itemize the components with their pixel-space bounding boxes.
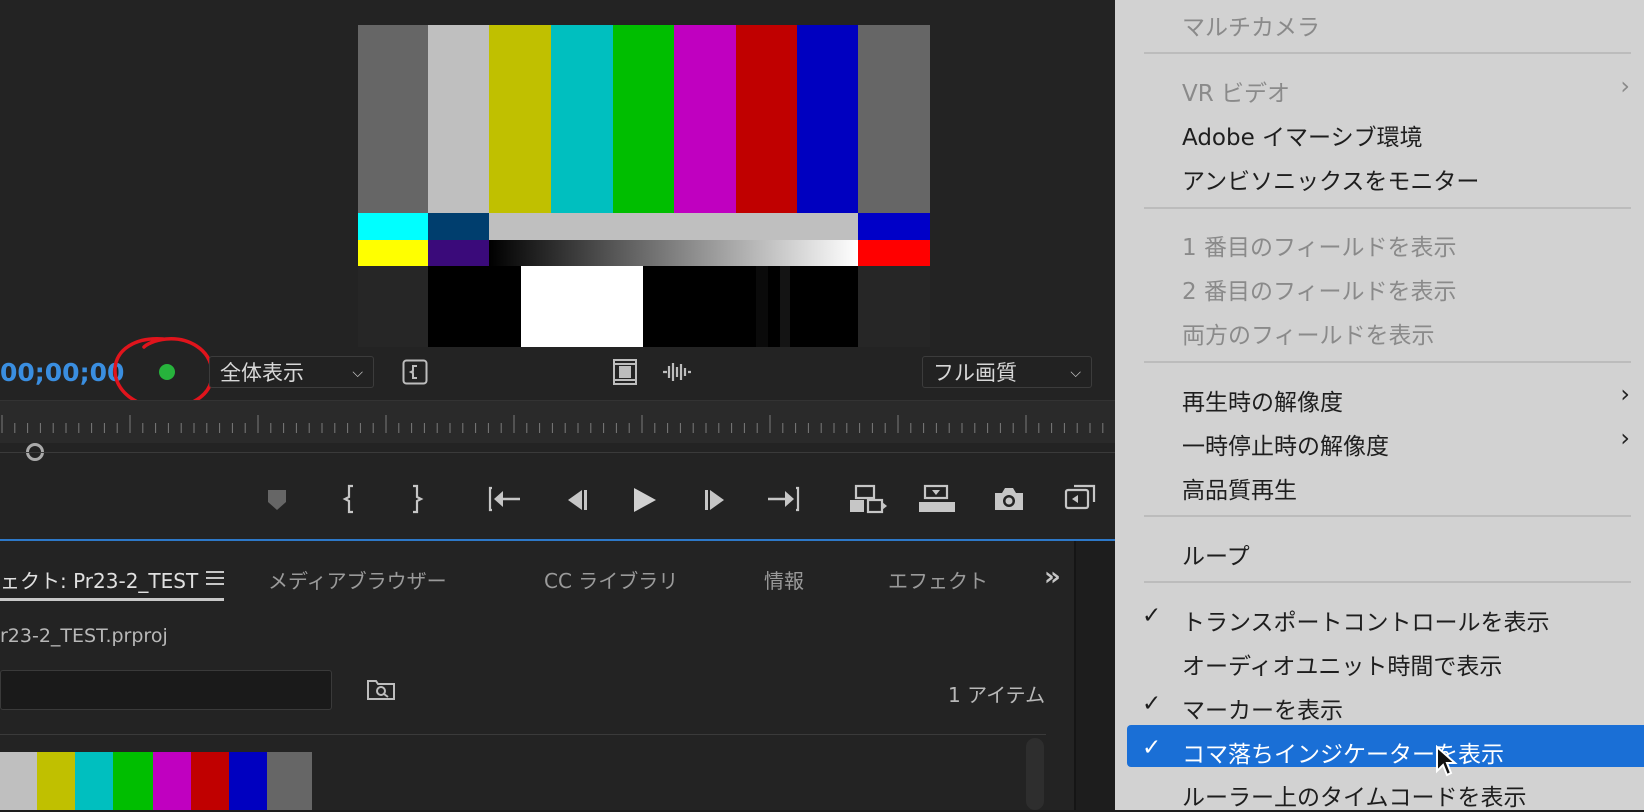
menu-separator <box>1144 581 1631 583</box>
menu-item-adobe-immersive[interactable]: Adobe イマーシブ環境 <box>1182 118 1423 152</box>
menu-item-high-quality-playback[interactable]: 高品質再生 <box>1182 471 1297 505</box>
tab-project-label: ェクト: Pr23-2_TEST <box>0 569 199 593</box>
tab-info-label: 情報 <box>764 569 804 593</box>
tab-media-browser[interactable]: メディアブラウザー <box>268 565 447 594</box>
project-search-input[interactable] <box>0 670 332 710</box>
menu-item-multicam[interactable]: マルチカメラ <box>1182 8 1320 42</box>
go-to-out-icon[interactable] <box>766 486 800 512</box>
list-divider <box>0 734 1046 735</box>
submenu-arrow-icon: › <box>1620 424 1630 452</box>
menu-item-show-markers[interactable]: マーカーを表示 <box>1182 691 1343 725</box>
project-file-name: r23-2_TEST.prproj <box>0 625 168 647</box>
safe-margins-icon[interactable] <box>402 359 428 385</box>
program-monitor: 00;00;00 全体表示 ⌵ フル画質 ⌵ <box>0 0 1115 541</box>
camera-icon[interactable] <box>993 486 1025 512</box>
extract-icon[interactable] <box>917 484 957 514</box>
mouse-cursor-icon <box>1436 745 1458 777</box>
submenu-arrow-icon: › <box>1620 380 1630 408</box>
checkmark-icon: ✓ <box>1142 691 1162 717</box>
menu-item-both-fields[interactable]: 両方のフィールドを表示 <box>1182 316 1435 350</box>
tab-cc-libraries[interactable]: CC ライブラリ <box>544 565 678 594</box>
zoom-select-value: 全体表示 <box>220 361 304 385</box>
mark-out-icon[interactable] <box>404 484 426 514</box>
menu-item-playback-resolution[interactable]: 再生時の解像度 <box>1182 383 1343 417</box>
tabs-overflow-icon[interactable]: » <box>1044 562 1061 592</box>
menu-item-monitor-ambisonics[interactable]: アンビソニックスをモニター <box>1182 162 1479 196</box>
menu-separator <box>1144 361 1631 363</box>
menu-separator <box>1144 515 1631 517</box>
menu-item-vr-video[interactable]: VR ビデオ <box>1182 74 1290 108</box>
button-editor-icon[interactable] <box>1064 484 1098 514</box>
menu-item-show-ruler-timecode[interactable]: ルーラー上のタイムコードを表示 <box>1182 778 1527 812</box>
menu-item-show-transport-controls[interactable]: トランスポートコントロールを表示 <box>1182 603 1550 637</box>
tab-project[interactable]: ェクト: Pr23-2_TEST <box>0 565 198 594</box>
lift-icon[interactable] <box>848 484 888 514</box>
menu-item-audio-units[interactable]: オーディオユニット時間で表示 <box>1182 647 1502 681</box>
tab-cc-libraries-label: CC ライブラリ <box>544 569 679 593</box>
menu-separator <box>1144 207 1631 209</box>
tab-effects-label: エフェクト <box>888 569 988 593</box>
chevron-down-icon: ⌵ <box>1070 365 1081 381</box>
go-to-in-icon[interactable] <box>488 486 522 512</box>
audio-waveform-icon[interactable] <box>661 362 691 382</box>
play-button[interactable] <box>630 486 658 514</box>
tab-effects[interactable]: エフェクト <box>888 565 996 594</box>
menu-item-second-field[interactable]: 2 番目のフィールドを表示 <box>1182 272 1456 306</box>
add-marker-icon[interactable] <box>266 488 288 512</box>
quality-select-value: フル画質 <box>933 361 1017 385</box>
mark-in-icon[interactable] <box>340 484 362 514</box>
checkmark-icon: ✓ <box>1142 735 1162 761</box>
chevron-down-icon: ⌵ <box>352 365 363 381</box>
step-back-icon[interactable] <box>562 488 590 512</box>
ruler-ticks <box>1 415 1104 433</box>
tab-media-browser-label: メディアブラウザー <box>268 569 447 593</box>
step-forward-icon[interactable] <box>702 488 730 512</box>
scroll-track <box>0 452 1115 453</box>
item-count: 1 アイテム <box>948 683 1046 707</box>
menu-item-loop[interactable]: ループ <box>1182 537 1250 571</box>
tab-info[interactable]: 情報 <box>764 565 804 594</box>
active-tab-underline <box>0 598 224 601</box>
checkmark-icon: ✓ <box>1142 603 1162 629</box>
clip-thumbnail[interactable] <box>0 752 312 810</box>
menu-item-paused-resolution[interactable]: 一時停止時の解像度 <box>1182 427 1389 461</box>
panel-menu-icon[interactable] <box>206 570 224 590</box>
dropped-frame-indicator[interactable] <box>159 364 175 380</box>
submenu-arrow-icon: › <box>1620 72 1630 100</box>
quality-select[interactable]: フル画質 ⌵ <box>922 356 1092 388</box>
zoom-select[interactable]: 全体表示 ⌵ <box>209 356 374 388</box>
color-bars-preview <box>358 25 930 347</box>
time-ruler[interactable] <box>0 400 1115 443</box>
panel-scrollbar[interactable] <box>1026 738 1044 810</box>
context-menu: マルチカメラ VR ビデオ › Adobe イマーシブ環境 アンビソニックスをモ… <box>1115 0 1644 812</box>
menu-item-first-field[interactable]: 1 番目のフィールドを表示 <box>1182 228 1456 262</box>
playhead-timecode[interactable]: 00;00;00 <box>0 358 124 387</box>
find-icon[interactable] <box>366 677 396 705</box>
film-frame-icon[interactable] <box>612 359 638 385</box>
panel-divider <box>1074 541 1076 810</box>
menu-separator <box>1144 52 1631 54</box>
